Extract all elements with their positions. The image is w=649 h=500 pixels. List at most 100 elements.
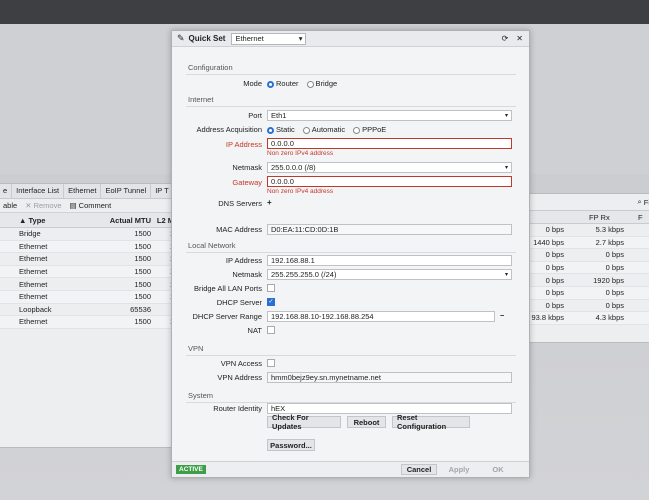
wan-netmask-select[interactable]: 255.0.0.0 (/8) ▾ (267, 162, 512, 173)
add-dns-button[interactable]: + (267, 198, 272, 207)
address-acquisition-label: Address Acquisition (196, 125, 262, 134)
lan-ip-input[interactable]: 192.168.88.1 (267, 255, 512, 266)
table-row[interactable]: 0 bps 0 bps (521, 249, 649, 262)
bridge-all-lan-row: Bridge All LAN Ports (172, 283, 529, 295)
bridge-all-lan-checkbox[interactable] (267, 284, 275, 292)
lan-netmask-label: Netmask (232, 270, 262, 279)
find-label[interactable]: Fi (644, 198, 649, 207)
radio-icon (302, 126, 310, 134)
wan-ip-input[interactable]: 0.0.0.0 (267, 138, 512, 149)
enable-button[interactable]: able (3, 201, 17, 210)
dns-row: DNS Servers + (172, 198, 529, 210)
lan-netmask-row: Netmask 255.255.255.0 (/24) ▾ (172, 269, 529, 281)
cell-mtu: 1500 (134, 229, 151, 239)
table-row[interactable]: Ethernet15001 (0, 265, 177, 279)
port-value: Eth1 (271, 111, 287, 120)
nat-label: NAT (247, 326, 262, 335)
ok-button[interactable]: OK (485, 464, 511, 475)
section-local-network: Local Network (188, 241, 236, 250)
dialog-titlebar[interactable]: ✎ Quick Set Ethernet ▾ ⟳ ✕ (172, 31, 529, 47)
quickset-mode-select[interactable]: Ethernet ▾ (231, 32, 307, 45)
tab-ethernet[interactable]: Ethernet (64, 184, 102, 198)
cell-type: Bridge (19, 229, 41, 239)
mode-row: Mode Router Bridge (172, 78, 529, 90)
table-row[interactable]: 1440 bps 2.7 kbps (521, 236, 649, 250)
acq-pppoe-radio[interactable]: PPPoE (353, 125, 386, 134)
comment-button[interactable]: ▤ Comment (70, 201, 112, 210)
mode-router-radio[interactable]: Router (267, 79, 299, 88)
column-fp-rx[interactable]: FP Rx (564, 213, 624, 222)
vpn-access-checkbox[interactable] (267, 359, 275, 367)
cell-fp-rx: 0 bps (605, 263, 624, 273)
close-icon[interactable]: ✕ (516, 34, 523, 43)
search-icon[interactable]: ⌕ (638, 197, 642, 207)
table-row[interactable]: Ethernet15001 (0, 290, 177, 304)
ip-error-text: Non zero IPv4 address (267, 150, 334, 157)
gateway-error-text: Non zero IPv4 address (267, 188, 334, 195)
table-row[interactable]: 0 bps 0 bps (521, 286, 649, 300)
remove-range-button[interactable]: − (500, 311, 504, 320)
cell-mtu: 1500 (134, 267, 151, 277)
dhcp-server-checkbox[interactable]: ✓ (267, 298, 275, 306)
refresh-icon[interactable]: ⟳ (502, 34, 509, 43)
table-row[interactable]: Ethernet15001 (0, 316, 177, 329)
lan-netmask-select[interactable]: 255.255.255.0 (/24) ▾ (267, 269, 512, 280)
gateway-input[interactable]: 0.0.0.0 (267, 176, 512, 187)
check-updates-button[interactable]: Check For Updates (267, 413, 341, 431)
tab-partial[interactable]: e (0, 184, 13, 198)
cancel-button[interactable]: Cancel (401, 464, 437, 475)
table-body: Bridge15001 Ethernet15001 Ethernet15001 … (0, 228, 177, 329)
table-row[interactable]: 0 bps 5.3 kbps (521, 224, 649, 237)
mode-bridge-label: Bridge (315, 79, 338, 88)
column-actual-mtu[interactable]: Actual MTU (89, 216, 151, 225)
mode-radio-group: Router Bridge (267, 79, 337, 88)
dhcp-range-input[interactable]: 192.168.88.10-192.168.88.254 (267, 311, 495, 322)
reboot-button[interactable]: Reboot (347, 416, 386, 428)
quick-set-dialog: ✎ Quick Set Ethernet ▾ ⟳ ✕ Configuration… (171, 30, 530, 478)
apply-button[interactable]: Apply (443, 464, 475, 475)
table-row[interactable]: 93.8 kbps 4.3 kbps (521, 312, 649, 325)
mac-address-label: MAC Address (216, 225, 262, 234)
cell-fp-rx: 0 bps (605, 288, 624, 298)
tab-interface-list[interactable]: Interface List (12, 184, 65, 198)
table-row[interactable]: Loopback 65536 (0, 304, 177, 317)
acquisition-radio-group: Static Automatic PPPoE (267, 125, 386, 134)
radio-icon (306, 80, 314, 88)
cell-fp-rx: 5.3 kbps (595, 225, 624, 235)
reset-configuration-button[interactable]: Reset Configuration (392, 413, 470, 431)
table-row[interactable]: 0 bps 1920 bps (521, 274, 649, 287)
port-label: Port (248, 111, 262, 120)
vpn-address-field[interactable]: hmm0bejz9ey.sn.mynetname.net (267, 372, 512, 383)
cell-type: Loopback (19, 304, 52, 314)
status-badge: ACTIVE (176, 465, 206, 474)
remove-button[interactable]: ✕ Remove (25, 201, 61, 210)
magic-wand-icon: ✎ (177, 33, 185, 43)
list-toolbar: able ✕ Remove ▤ Comment (0, 199, 177, 213)
wan-ip-row: IP Address 0.0.0.0 Non zero IPv4 address (172, 138, 529, 160)
table-row[interactable]: 0 bps 0 bps (521, 261, 649, 275)
nat-checkbox[interactable] (267, 326, 275, 334)
mode-router-label: Router (276, 79, 299, 88)
table-row[interactable]: 0 bps 0 bps (521, 300, 649, 313)
table-row[interactable]: Ethernet15001 (0, 253, 177, 266)
table-row[interactable]: Ethernet15001 (0, 240, 177, 254)
table-row[interactable]: Bridge15001 (0, 228, 177, 241)
gateway-row: Gateway 0.0.0.0 Non zero IPv4 address (172, 176, 529, 198)
cell-fp-rx: 2.7 kbps (595, 237, 624, 247)
router-identity-label: Router Identity (213, 404, 262, 413)
divider (186, 74, 516, 75)
password-button[interactable]: Password... (267, 439, 315, 451)
column-type[interactable]: ▲ Type (0, 216, 89, 225)
acq-automatic-label: Automatic (311, 125, 346, 134)
acq-automatic-radio[interactable]: Automatic (302, 125, 346, 134)
mode-bridge-radio[interactable]: Bridge (306, 79, 338, 88)
cell-type: Ethernet (19, 241, 48, 251)
port-select[interactable]: Eth1 ▾ (267, 110, 512, 121)
table-row[interactable]: Ethernet15001 (0, 278, 177, 291)
acq-static-radio[interactable]: Static (267, 125, 295, 134)
tab-eoip-tunnel[interactable]: EoIP Tunnel (101, 184, 152, 198)
remove-label: Remove (33, 201, 62, 210)
column-fp-partial[interactable]: F (624, 213, 649, 222)
mac-address-field[interactable]: D0:EA:11:CD:0D:1B (267, 224, 512, 235)
divider (186, 355, 516, 356)
